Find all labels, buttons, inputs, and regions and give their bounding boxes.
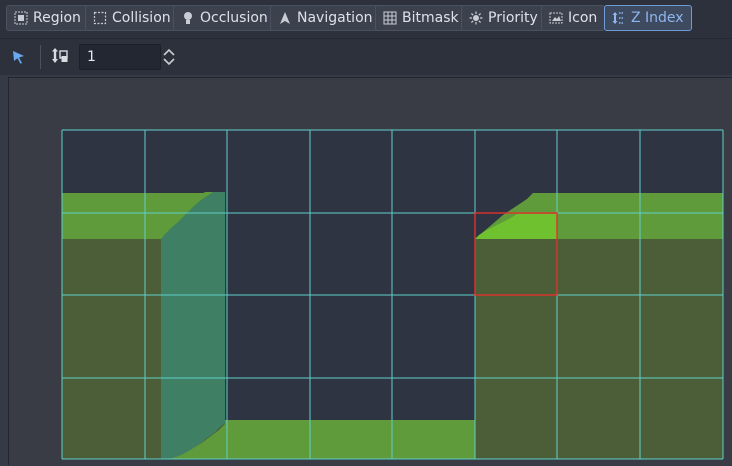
priority-mode-label: Priority [488, 10, 538, 26]
navigation-mode-button[interactable]: Navigation [270, 5, 381, 31]
z-index-icon [612, 11, 626, 25]
bitmask-mode-button[interactable]: Bitmask [375, 5, 467, 31]
tile-atlas[interactable] [9, 78, 732, 466]
icon-mode-icon [549, 11, 563, 25]
region-icon [14, 11, 28, 25]
z-index-toolbar: 1 [0, 39, 732, 75]
z-index-tool-icon [51, 47, 69, 65]
occlusion-mode-button[interactable]: Occlusion [173, 5, 276, 31]
navigation-icon [278, 11, 292, 25]
collision-mode-button[interactable]: Collision [85, 5, 179, 31]
priority-mode-button[interactable]: Priority [461, 5, 546, 31]
priority-icon [469, 11, 483, 25]
region-mode-label: Region [33, 10, 81, 26]
dirt-right [475, 239, 723, 459]
select-arrow-icon[interactable] [10, 48, 28, 66]
bitmask-mode-label: Bitmask [402, 10, 459, 26]
teal-wall [161, 192, 225, 459]
z-index-mode-label: Z Index [631, 10, 684, 26]
tileset-viewport[interactable] [8, 77, 732, 465]
grass-strip-bottom [225, 420, 475, 459]
tileset-mode-bar: Region Collision Occlusion Navigation Bi… [0, 0, 732, 39]
occlusion-mode-label: Occlusion [200, 10, 268, 26]
icon-mode-label: Icon [568, 10, 598, 26]
collision-mode-label: Collision [112, 10, 171, 26]
icon-mode-button[interactable]: Icon [541, 5, 606, 31]
toolbar-separator [40, 45, 41, 69]
bitmask-icon [383, 11, 397, 25]
region-mode-button[interactable]: Region [6, 5, 89, 31]
occlusion-icon [181, 11, 195, 25]
spinbox-arrows-icon[interactable] [161, 45, 177, 69]
z-index-value-field[interactable]: 1 [79, 44, 161, 70]
collision-icon [93, 11, 107, 25]
navigation-mode-label: Navigation [297, 10, 373, 26]
z-index-mode-button[interactable]: Z Index [604, 5, 692, 31]
